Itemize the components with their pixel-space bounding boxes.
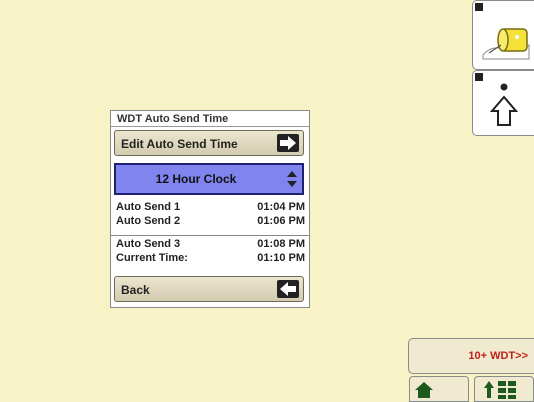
clock-mode-value: 12 Hour Clock (155, 172, 237, 186)
auto-send-group-1: Auto Send 1 01:04 PM Auto Send 2 01:06 P… (116, 201, 305, 229)
menu-up-button[interactable] (474, 376, 534, 402)
clock-mode-select[interactable]: 12 Hour Clock (114, 163, 304, 195)
home-icon (415, 382, 433, 398)
current-time-label: Current Time: (116, 252, 188, 264)
side-panel-g[interactable]: G (472, 70, 534, 136)
rows-divider (111, 235, 309, 236)
home-button[interactable] (409, 376, 469, 402)
title-divider (111, 126, 309, 127)
auto-send-group-2: Auto Send 3 01:08 PM Current Time: 01:10… (116, 238, 305, 266)
auto-send-3-row: Auto Send 3 01:08 PM (116, 238, 305, 252)
dialog-title: WDT Auto Send Time (117, 113, 229, 125)
edit-auto-send-time-button[interactable]: Edit Auto Send Time (114, 130, 304, 156)
up-arrow-shift-icon (489, 83, 519, 126)
auto-send-1-label: Auto Send 1 (116, 201, 181, 213)
auto-send-2-value: 01:06 PM (257, 215, 305, 227)
current-time-row: Current Time: 01:10 PM (116, 252, 305, 266)
wdt-label: 10+ WDT>> (468, 350, 528, 362)
wdt-button[interactable]: 10+ WDT>> (408, 338, 534, 374)
panel-tag-f: F (475, 3, 483, 11)
auto-send-3-label: Auto Send 3 (116, 238, 181, 250)
up-down-spinner-icon (287, 171, 297, 187)
side-panel-f[interactable]: F (472, 0, 534, 70)
baler-icon (482, 28, 530, 60)
auto-send-2-row: Auto Send 2 01:06 PM (116, 215, 305, 229)
auto-send-1-row: Auto Send 1 01:04 PM (116, 201, 305, 215)
current-time-value: 01:10 PM (257, 252, 305, 264)
auto-send-time-dialog: WDT Auto Send Time Edit Auto Send Time 1… (110, 110, 310, 308)
arrow-right-icon (277, 134, 299, 152)
auto-send-3-value: 01:08 PM (257, 238, 305, 250)
panel-tag-g: G (475, 73, 483, 81)
back-button-label: Back (121, 283, 150, 297)
auto-send-1-value: 01:04 PM (257, 201, 305, 213)
back-button[interactable]: Back (114, 276, 304, 302)
up-arrow-grid-icon (484, 381, 516, 399)
arrow-left-icon (277, 280, 299, 298)
auto-send-2-label: Auto Send 2 (116, 215, 181, 227)
edit-button-label: Edit Auto Send Time (121, 137, 238, 151)
